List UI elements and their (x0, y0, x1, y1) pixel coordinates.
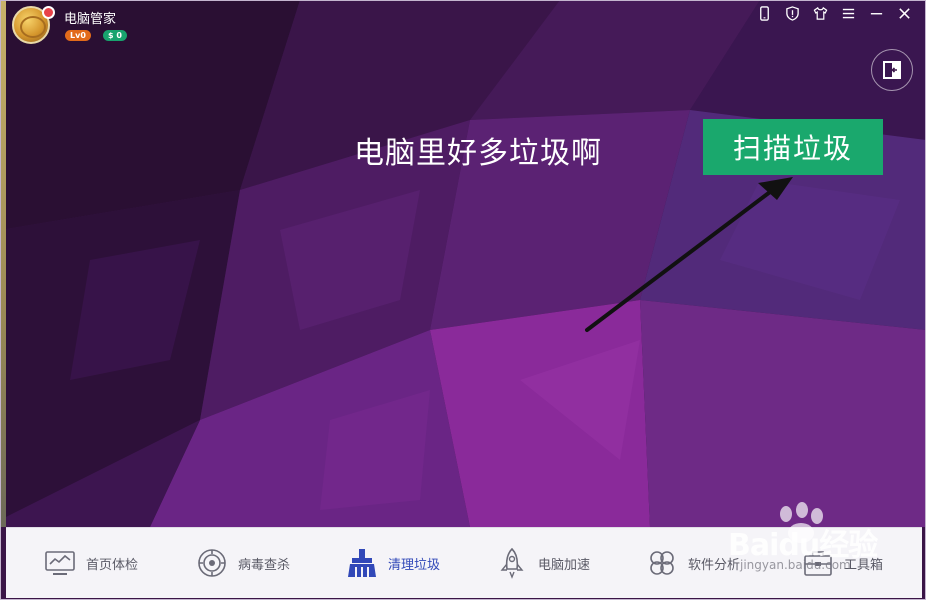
nav-item-software[interactable]: 软件分析 (646, 528, 740, 598)
level-badge[interactable]: Lv0 (65, 30, 91, 41)
minimize-icon[interactable] (869, 6, 884, 21)
broom-clean-icon (348, 549, 376, 577)
close-icon[interactable] (897, 6, 912, 21)
polygon-background (0, 0, 926, 527)
watermark-url: jingyan.baidu.com (740, 558, 851, 572)
rocket-speedup-icon (500, 547, 524, 579)
nav-item-speedup[interactable]: 电脑加速 (496, 528, 590, 598)
headline: 电脑里好多垃圾啊 (354, 136, 602, 171)
side-panel-button[interactable] (871, 49, 913, 91)
clover-software-icon (650, 551, 674, 575)
shield-icon[interactable] (785, 6, 800, 21)
scan-junk-button[interactable]: 扫描垃圾 (703, 119, 883, 175)
nav-label-speedup: 电脑加速 (538, 557, 591, 573)
coin-badge[interactable]: $ 0 (103, 30, 127, 41)
tshirt-skin-icon[interactable] (813, 6, 828, 21)
nav-item-checkup[interactable]: 首页体检 (44, 528, 138, 598)
nav-label-clean: 清理垃圾 (388, 557, 441, 573)
app-title: 电脑管家 (64, 11, 117, 26)
notification-dot (42, 6, 55, 19)
titlebar-controls (757, 6, 912, 21)
left-edge-strip (0, 0, 6, 527)
monitor-checkup-icon (45, 551, 75, 575)
nav-item-clean[interactable]: 清理垃圾 (346, 528, 440, 598)
phone-icon[interactable] (757, 6, 772, 21)
menu-icon[interactable] (841, 6, 856, 21)
exit-panel-icon (883, 61, 901, 79)
nav-item-virus[interactable]: 病毒查杀 (196, 528, 290, 598)
app-window: 电脑管家 Lv0 $ 0 电脑里好多垃圾啊 扫描垃圾 首页体检 病毒查杀 清理垃… (0, 0, 926, 600)
nav-label-checkup: 首页体检 (86, 557, 139, 573)
virus-scan-icon (198, 549, 226, 577)
nav-label-virus: 病毒查杀 (238, 557, 291, 573)
